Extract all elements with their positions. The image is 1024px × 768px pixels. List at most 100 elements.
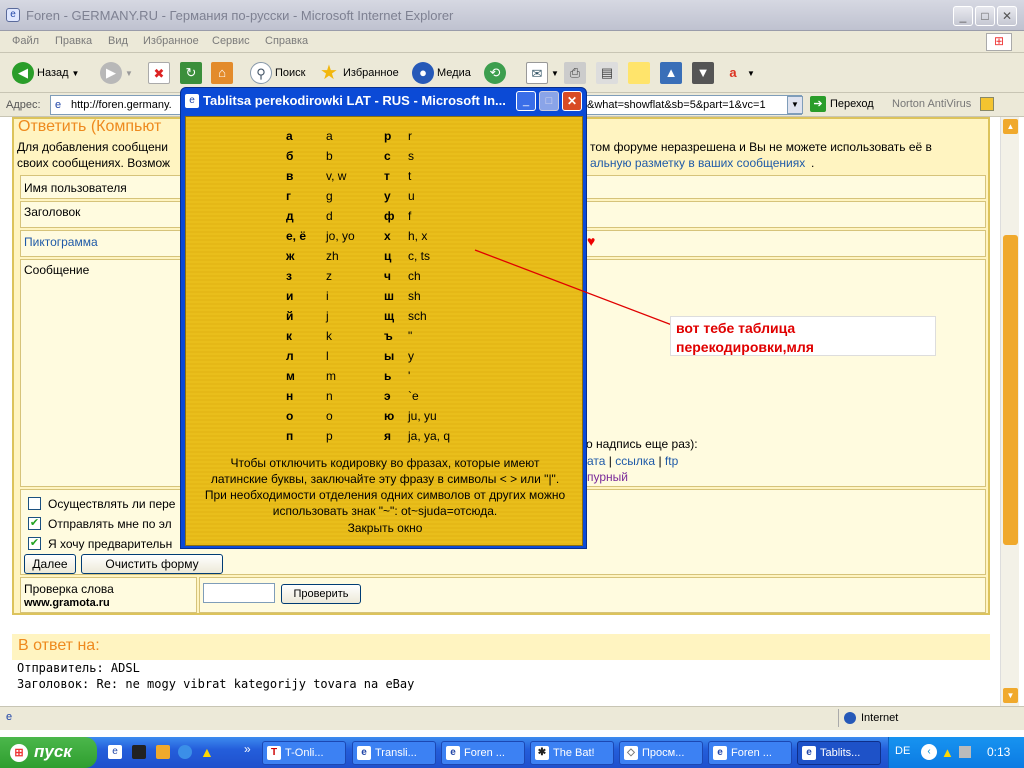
cyrillic-letter: н (286, 389, 294, 403)
cyrillic-letter: и (286, 289, 294, 303)
scroll-thumb[interactable] (1003, 235, 1018, 545)
page-status-icon: e (6, 711, 13, 723)
address-dropdown-arrow[interactable]: ▼ (787, 96, 803, 114)
reply-subject: Заголовок: Re: ne mogy vibrat kategorijy… (17, 677, 415, 691)
quicklaunch-icon[interactable] (156, 745, 170, 759)
option-2-checkbox[interactable]: ✔ (28, 517, 41, 530)
refresh-button[interactable]: ↻ (180, 61, 202, 85)
task-the-bat[interactable]: ✱ The Bat! (530, 741, 614, 765)
window-title: Foren - GERMANY.RU - Германия по-русски … (26, 8, 454, 23)
stop-button[interactable]: ✖ (148, 61, 170, 85)
close-button[interactable]: ✕ (997, 6, 1017, 26)
markup-link[interactable]: альную разметку в ваших сообщениях (590, 156, 805, 170)
cyrillic-letter: г (286, 189, 291, 203)
task-viewer[interactable]: ◇ Просм... (619, 741, 703, 765)
quicklaunch-globe-icon[interactable] (178, 745, 192, 759)
vertical-scrollbar[interactable]: ▲ ▼ (1000, 117, 1019, 706)
favorites-button[interactable]: ★ Избранное (318, 61, 399, 85)
scroll-up-icon[interactable]: ▲ (1003, 119, 1018, 134)
gramota-link[interactable]: www.gramota.ru (24, 597, 110, 609)
search-button[interactable]: ⚲ Поиск (250, 61, 305, 85)
print-button[interactable]: ⎙ (564, 61, 586, 85)
popup-title: Tablitsa perekodirowki LAT - RUS - Micro… (203, 93, 506, 108)
print-icon: ⎙ (564, 62, 586, 84)
message-label: Сообщение (24, 263, 90, 277)
back-button[interactable]: ◀ Назад ▼ (12, 61, 79, 85)
quicklaunch-warning-icon[interactable]: ▲ (200, 745, 214, 759)
cyrillic-letter: ц (384, 249, 392, 263)
latin-letter: `e (408, 389, 419, 403)
menu-file[interactable]: Файл (12, 35, 39, 47)
table-row: н n э `e (186, 386, 584, 406)
check-button[interactable]: Проверить (281, 584, 361, 604)
option-3-checkbox[interactable]: ✔ (28, 537, 41, 550)
quicklaunch-ie-icon[interactable]: e (108, 745, 122, 759)
mail-button[interactable]: ✉ ▼ (526, 61, 559, 85)
forward-arrow-icon: ▶ (100, 62, 122, 84)
menu-view[interactable]: Вид (108, 35, 128, 47)
media-button[interactable]: ● Медиа (412, 61, 471, 85)
minimize-button[interactable]: _ (953, 6, 973, 26)
tray-warning-icon[interactable]: ▲ (941, 745, 954, 760)
cyrillic-letter: ж (286, 249, 295, 263)
maximize-button[interactable]: □ (975, 6, 995, 26)
annotation-box: вот тебе таблица перекодировки,мля (670, 316, 936, 356)
menu-edit[interactable]: Правка (55, 35, 92, 47)
ie-icon: e (357, 746, 371, 760)
go-button[interactable]: ➔ Переход (810, 96, 874, 112)
link-link[interactable]: ссылка (615, 454, 655, 468)
popup-minimize-button[interactable]: _ (516, 91, 536, 111)
task-t-online[interactable]: T T-Onli... (262, 741, 346, 765)
cyrillic-letter: ы (384, 349, 395, 363)
tray-network-icon[interactable] (959, 746, 971, 758)
messenger-button[interactable]: ▲ (660, 61, 682, 85)
menu-tools[interactable]: Сервис (212, 35, 250, 47)
latin-letter: b (326, 149, 333, 163)
task-tablitsa[interactable]: e Tablits... (797, 741, 881, 765)
notes-button[interactable] (628, 61, 650, 85)
start-button[interactable]: ⊞ пуск (0, 737, 97, 768)
ie-icon: e (802, 746, 816, 760)
latin-letter: sch (408, 309, 427, 323)
popup-maximize-button[interactable]: □ (539, 91, 559, 111)
cyrillic-letter: х (384, 229, 391, 243)
latin-letter: j (326, 309, 329, 323)
latin-letter: a (326, 129, 333, 143)
norton-icon[interactable] (980, 97, 994, 111)
clear-form-button[interactable]: Очистить форму (81, 554, 223, 574)
word-check-input[interactable] (203, 583, 275, 603)
language-indicator[interactable]: DE (895, 745, 910, 757)
tray-expand-icon[interactable]: ‹ (921, 744, 937, 760)
edit-button[interactable]: ▤ (596, 61, 618, 85)
home-button[interactable]: ⌂ (211, 61, 233, 85)
menu-help[interactable]: Справка (265, 35, 308, 47)
go-arrow-icon: ➔ (810, 96, 826, 112)
cyrillic-letter: д (286, 209, 294, 223)
close-window-link[interactable]: Закрыть окно (186, 521, 584, 535)
icon-link[interactable]: Пиктограмма (24, 235, 98, 249)
purple-color-link[interactable]: пурный (587, 470, 628, 484)
link-ftp[interactable]: ftp (665, 454, 678, 468)
search-icon: ⚲ (250, 62, 272, 84)
cyrillic-letter: э (384, 389, 391, 403)
annotation-line-1: вот тебе таблица (676, 320, 796, 336)
option-1-checkbox[interactable] (28, 497, 41, 510)
chevron-down-icon: ▼ (125, 68, 133, 78)
forward-button[interactable]: ▶ ▼ (100, 61, 133, 85)
task-transliterator[interactable]: e Transli... (352, 741, 436, 765)
cyrillic-letter: а (286, 129, 293, 143)
research-button[interactable]: ▼ (692, 61, 714, 85)
history-button[interactable]: ⟲ (484, 61, 506, 85)
next-button[interactable]: Далее (24, 554, 76, 574)
translate-button[interactable]: a ▼ (722, 61, 755, 85)
menu-favorites[interactable]: Избранное (143, 35, 199, 47)
latin-letter: d (326, 209, 333, 223)
quicklaunch-bat-icon[interactable] (132, 745, 146, 759)
latin-letter: m (326, 369, 336, 383)
task-foren-2[interactable]: e Foren ... (708, 741, 792, 765)
scroll-down-icon[interactable]: ▼ (1003, 688, 1018, 703)
url-end: &what=showflat&sb=5&part=1&vc=1 (587, 99, 766, 111)
task-foren-1[interactable]: e Foren ... (441, 741, 525, 765)
quicklaunch-more-icon[interactable]: » (244, 742, 251, 756)
popup-close-button[interactable]: ✕ (562, 91, 582, 111)
